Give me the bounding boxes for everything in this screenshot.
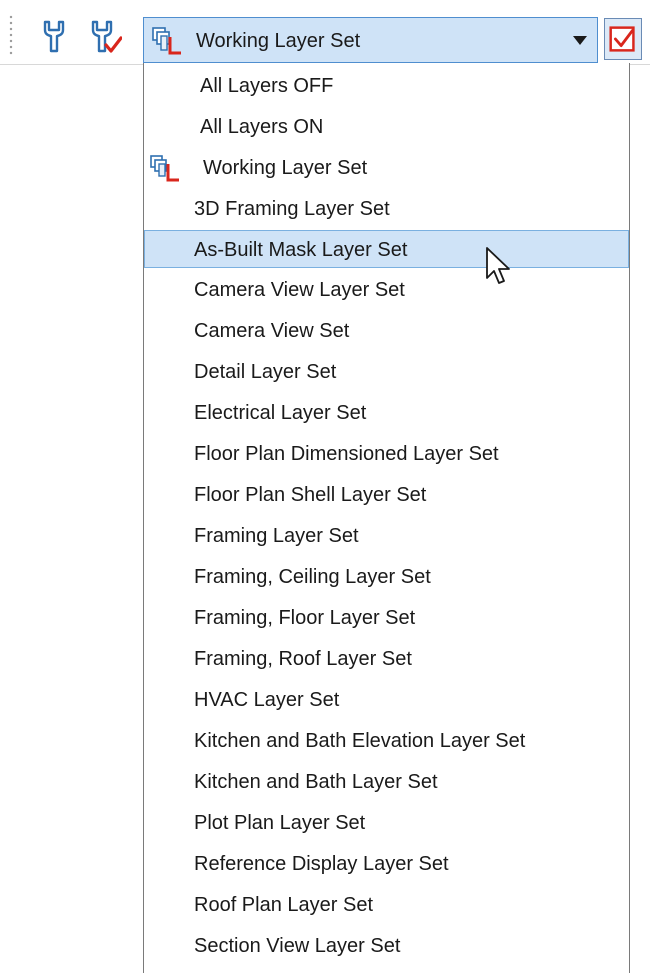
list-item-label: All Layers ON [200, 116, 324, 138]
list-item-label: Framing, Floor Layer Set [194, 607, 416, 629]
list-item-working-layer-set[interactable]: Working Layer Set [144, 149, 629, 187]
list-item-label: Camera View Layer Set [194, 279, 405, 301]
layer-set-combo[interactable]: Working Layer Set [143, 17, 598, 63]
list-item-hvac-layer-set[interactable]: HVAC Layer Set [144, 681, 629, 719]
toolbar-grip-handle[interactable] [8, 14, 14, 56]
list-item-label: 3D Framing Layer Set [194, 198, 390, 220]
list-item-framing-ceiling-layer-set[interactable]: Framing, Ceiling Layer Set [144, 558, 629, 596]
list-item-framing-layer-set[interactable]: Framing Layer Set [144, 517, 629, 555]
list-item-label: Section View Layer Set [194, 935, 401, 957]
list-item-camera-view-layer-set[interactable]: Camera View Layer Set [144, 271, 629, 309]
list-item-label: Floor Plan Dimensioned Layer Set [194, 443, 499, 465]
list-item-all-layers-off[interactable]: All Layers OFF [144, 67, 629, 105]
layer-set-combo-value: Working Layer Set [196, 30, 361, 52]
list-item-electrical-layer-set[interactable]: Electrical Layer Set [144, 394, 629, 432]
list-item-framing-floor-layer-set[interactable]: Framing, Floor Layer Set [144, 599, 629, 637]
mouse-pointer-icon [484, 246, 512, 290]
wrench-check-icon[interactable] [86, 18, 122, 54]
list-item-label: Working Layer Set [203, 157, 368, 179]
wrench-icon[interactable] [36, 18, 72, 54]
list-item-kitchen-and-bath-layer-set[interactable]: Kitchen and Bath Layer Set [144, 763, 629, 801]
list-item-reference-display-layer-set[interactable]: Reference Display Layer Set [144, 845, 629, 883]
list-item-label: Kitchen and Bath Layer Set [194, 771, 438, 793]
list-item-label: Roof Plan Layer Set [194, 894, 373, 916]
list-item-framing-roof-layer-set[interactable]: Framing, Roof Layer Set [144, 640, 629, 678]
list-item-label: All Layers OFF [200, 75, 334, 97]
list-item-section-view-layer-set[interactable]: Section View Layer Set [144, 927, 629, 965]
list-item-label: Framing, Roof Layer Set [194, 648, 412, 670]
list-item-label: Camera View Set [194, 320, 350, 342]
list-item-kitchen-and-bath-elevation-layer-set[interactable]: Kitchen and Bath Elevation Layer Set [144, 722, 629, 760]
list-item-label: Reference Display Layer Set [194, 853, 449, 875]
list-item-label: HVAC Layer Set [194, 689, 340, 711]
list-item-floor-plan-dimensioned-layer-set[interactable]: Floor Plan Dimensioned Layer Set [144, 435, 629, 473]
dropdown-arrow-icon[interactable] [573, 36, 587, 45]
list-item-detail-layer-set[interactable]: Detail Layer Set [144, 353, 629, 391]
list-item-label: Kitchen and Bath Elevation Layer Set [194, 730, 526, 752]
list-item-3d-framing-layer-set[interactable]: 3D Framing Layer Set [144, 190, 629, 228]
list-item-label: Framing Layer Set [194, 525, 359, 547]
list-item-plot-plan-layer-set[interactable]: Plot Plan Layer Set [144, 804, 629, 842]
layer-set-dropdown-list: All Layers OFF All Layers ON Working Lay… [143, 63, 630, 973]
layer-set-icon [148, 153, 182, 183]
list-item-all-layers-on[interactable]: All Layers ON [144, 108, 629, 146]
checkbox-checked-icon[interactable] [604, 18, 642, 60]
list-item-label: Framing, Ceiling Layer Set [194, 566, 431, 588]
list-item-label: Floor Plan Shell Layer Set [194, 484, 427, 506]
list-item-label: As-Built Mask Layer Set [194, 239, 408, 261]
list-item-as-built-mask-layer-set[interactable]: As-Built Mask Layer Set [144, 230, 629, 268]
list-item-label: Plot Plan Layer Set [194, 812, 366, 834]
layer-set-icon [150, 25, 184, 57]
list-item-label: Detail Layer Set [194, 361, 337, 383]
list-item-camera-view-set[interactable]: Camera View Set [144, 312, 629, 350]
list-item-label: Electrical Layer Set [194, 402, 367, 424]
list-item-floor-plan-shell-layer-set[interactable]: Floor Plan Shell Layer Set [144, 476, 629, 514]
list-item-roof-plan-layer-set[interactable]: Roof Plan Layer Set [144, 886, 629, 924]
